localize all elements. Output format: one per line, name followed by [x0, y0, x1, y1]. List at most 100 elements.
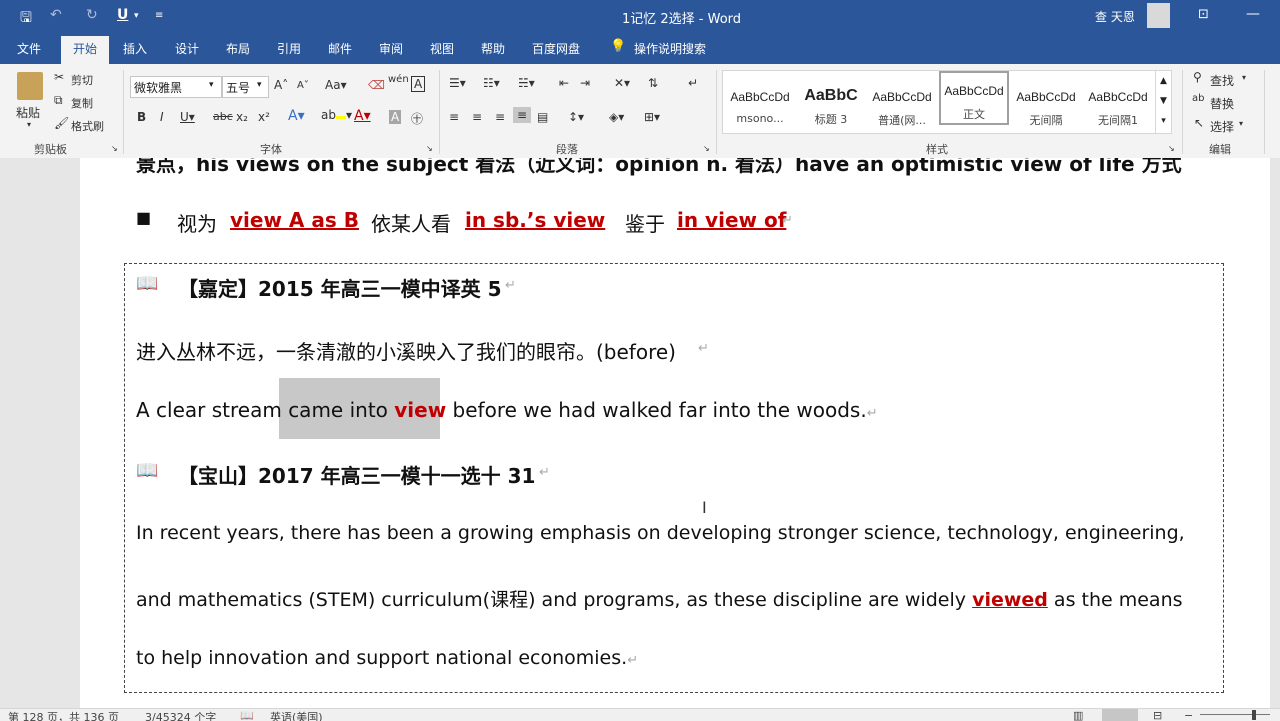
save-icon[interactable]: 🖫	[20, 7, 32, 31]
chevron-down-icon[interactable]: ▾	[1239, 119, 1243, 128]
ribbon-display-icon[interactable]: ⊡	[1198, 7, 1209, 22]
increase-indent-icon[interactable]: ⇥	[580, 76, 590, 90]
dialog-launcher-icon[interactable]: ↘	[1168, 144, 1175, 153]
select-button[interactable]: 选择	[1210, 118, 1234, 135]
tab-mailings[interactable]: 邮件	[328, 40, 352, 57]
superscript-icon[interactable]: x²	[258, 110, 270, 124]
chevron-down-icon[interactable]: ▾	[1242, 73, 1246, 82]
italic-icon[interactable]: I	[160, 110, 164, 124]
proofing-icon[interactable]: 📖	[240, 709, 254, 721]
line-spacing-icon[interactable]: ↕▾	[568, 110, 584, 124]
style-item[interactable]: AaBbCcDd 无间隔1	[1083, 79, 1153, 133]
tab-review[interactable]: 审阅	[379, 40, 403, 57]
tab-help[interactable]: 帮助	[481, 40, 505, 57]
style-name: 标题 3	[814, 113, 848, 126]
underline-icon[interactable]: U▾	[180, 110, 195, 124]
zoom-slider-thumb[interactable]	[1252, 710, 1256, 720]
tab-references[interactable]: 引用	[277, 40, 301, 57]
styles-scroll[interactable]: ▲ ▼ ▾	[1155, 71, 1171, 133]
align-center-icon[interactable]: ≡	[472, 110, 482, 124]
style-item[interactable]: AaBbC 标题 3	[796, 79, 866, 133]
tab-design[interactable]: 设计	[175, 40, 199, 57]
paste-icon[interactable]	[17, 72, 43, 100]
style-item[interactable]: AaBbCcDd 普通(网...	[867, 79, 937, 133]
char-shading-icon[interactable]: A	[389, 110, 402, 124]
char-border-icon[interactable]: A	[411, 76, 426, 92]
minimize-icon[interactable]: —	[1246, 6, 1260, 22]
page-count[interactable]: 第 128 页，共 136 页	[8, 709, 119, 721]
subscript-icon[interactable]: x₂	[236, 110, 248, 124]
doc-paragraph-line: In recent years, there has been a growin…	[136, 522, 1185, 544]
tab-baidu-netdisk[interactable]: 百度网盘	[532, 40, 580, 57]
sort-icon[interactable]: ⇅	[648, 76, 658, 90]
read-mode-icon[interactable]: ▥	[1073, 709, 1083, 721]
phonetic-guide-icon[interactable]: wén	[388, 74, 409, 85]
paste-button[interactable]: 粘贴	[16, 104, 40, 121]
font-size-select[interactable]: 五号 ▾	[222, 76, 269, 98]
multilevel-list-icon[interactable]: ☵▾	[518, 76, 535, 90]
replace-button[interactable]: 替换	[1210, 95, 1234, 112]
align-left-icon[interactable]: ≡	[449, 110, 459, 124]
user-name[interactable]: 查 天恩	[1095, 8, 1135, 25]
customize-qat-icon[interactable]: ≡	[155, 10, 163, 21]
cut-button[interactable]: 剪切	[71, 72, 93, 88]
shading-icon[interactable]: ◈▾	[609, 110, 624, 124]
print-layout-icon[interactable]	[1102, 709, 1138, 721]
tab-insert[interactable]: 插入	[123, 40, 147, 57]
justify-icon[interactable]: ≡	[513, 107, 532, 123]
bold-icon[interactable]: B	[137, 110, 146, 124]
tell-me-search[interactable]: 操作说明搜索	[634, 40, 706, 57]
language[interactable]: 英语(美国)	[270, 709, 323, 721]
find-button[interactable]: 查找	[1210, 72, 1234, 89]
shrink-font-icon[interactable]: A˅	[297, 80, 309, 91]
distributed-icon[interactable]: ▤	[537, 110, 548, 124]
change-case-icon[interactable]: Aa▾	[325, 78, 347, 92]
avatar[interactable]	[1147, 3, 1170, 28]
style-item[interactable]: AaBbCcDd 无间隔	[1011, 79, 1081, 133]
doc-chinese-sentence: 进入丛林不远，一条清澈的小溪映入了我们的眼帘。(before)	[136, 340, 676, 364]
document-page[interactable]: 景点，his views on the subject 看法（近义词：opini…	[80, 158, 1270, 708]
status-bar: 第 128 页，共 136 页 3/45324 个字 📖 英语(美国) ▥ ⊟ …	[0, 708, 1280, 721]
tab-view[interactable]: 视图	[430, 40, 454, 57]
highlight-icon[interactable]: ab ▾	[321, 108, 352, 122]
font-color-icon[interactable]: A▾	[354, 108, 371, 124]
style-item-selected[interactable]: AaBbCcDd 正文	[939, 71, 1009, 125]
strikethrough-icon[interactable]: abc	[213, 110, 233, 123]
zoom-out-icon[interactable]: −	[1184, 709, 1193, 721]
divider	[439, 70, 440, 154]
copy-icon: ⧉	[54, 93, 63, 107]
undo-icon[interactable]: ↶	[50, 7, 62, 23]
word-count[interactable]: 3/45324 个字	[145, 709, 216, 721]
numbering-icon[interactable]: ☷▾	[483, 76, 500, 90]
font-name-select[interactable]: 微软雅黑 ▾	[130, 76, 222, 98]
zoom-slider[interactable]	[1200, 714, 1270, 715]
style-item[interactable]: AaBbCcDd msono...	[725, 79, 795, 133]
tab-home[interactable]: 开始	[61, 36, 110, 65]
style-name: msono...	[736, 112, 784, 125]
web-layout-icon[interactable]: ⊟	[1153, 709, 1162, 721]
dialog-launcher-icon[interactable]: ↘	[426, 144, 433, 153]
enclose-char-icon[interactable]: ㊉	[411, 110, 423, 127]
decrease-indent-icon[interactable]: ⇤	[559, 76, 569, 90]
show-marks-icon[interactable]: ↵	[688, 76, 698, 90]
chevron-down-icon[interactable]: ▾	[27, 120, 31, 129]
chinese-layout-icon[interactable]: ✕▾	[614, 76, 630, 90]
clear-format-icon[interactable]: ⌫	[368, 78, 385, 92]
redo-icon[interactable]: ↻	[86, 7, 98, 23]
style-sample: AaBbCcDd	[1088, 90, 1148, 104]
format-painter-button[interactable]: 格式刷	[71, 118, 104, 134]
borders-icon[interactable]: ⊞▾	[644, 110, 660, 124]
clipboard-group-label: 剪贴板	[34, 143, 67, 156]
chevron-down-icon[interactable]: ▾	[134, 11, 139, 21]
paragraph-mark-icon: ↵	[505, 278, 516, 293]
copy-button[interactable]: 复制	[71, 95, 93, 111]
text-effects-icon[interactable]: A▾	[288, 108, 305, 124]
dialog-launcher-icon[interactable]: ↘	[703, 144, 710, 153]
bullets-icon[interactable]: ☰▾	[449, 76, 466, 90]
align-right-icon[interactable]: ≡	[495, 110, 505, 124]
underline-qat-button[interactable]: U	[117, 7, 128, 23]
grow-font-icon[interactable]: A˄	[274, 78, 288, 92]
dialog-launcher-icon[interactable]: ↘	[111, 144, 118, 153]
tab-file[interactable]: 文件	[17, 40, 41, 57]
tab-layout[interactable]: 布局	[226, 40, 250, 57]
